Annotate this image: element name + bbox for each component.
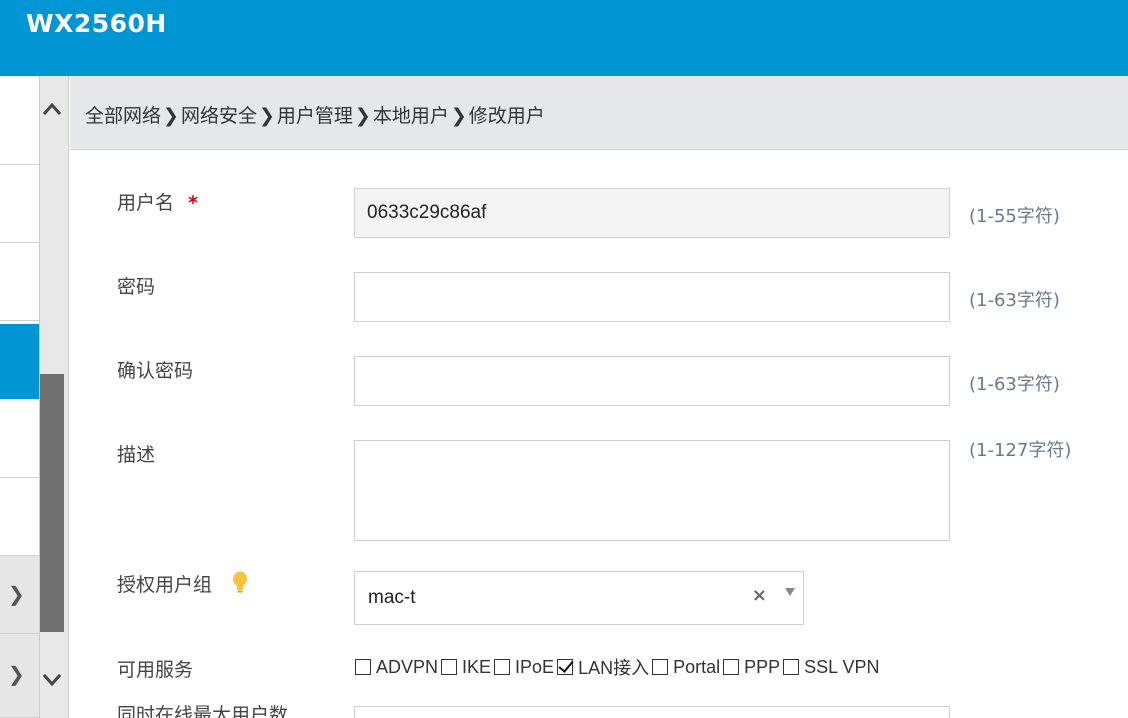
sidebar: ❯ ❯ [0, 76, 40, 718]
chevron-up-icon[interactable] [40, 98, 64, 122]
breadcrumb-item[interactable]: 网络安全 [181, 105, 257, 127]
services-checkbox-group: ADVPN IKE IPoE LAN接入 Portal PPP SSL VPN [355, 654, 883, 680]
services-label: 可用服务 [117, 659, 194, 681]
sidebar-item[interactable] [0, 478, 39, 556]
description-hint: (1-127字符) [969, 440, 1072, 461]
service-label: Portal [673, 656, 721, 677]
username-label-text: 用户名 [117, 192, 175, 214]
checkbox[interactable] [723, 659, 740, 675]
confirm-password-field[interactable] [354, 356, 950, 406]
sidebar-item[interactable] [0, 399, 39, 478]
max-online-users-field[interactable] [354, 706, 950, 718]
service-checkbox-item[interactable]: ADVPN [355, 657, 438, 678]
confirm-password-label: 确认密码 [117, 360, 194, 382]
caret-down-icon[interactable] [785, 588, 795, 596]
description-label: 描述 [117, 444, 156, 466]
sidebar-item[interactable] [0, 76, 39, 165]
required-mark: * [188, 192, 198, 214]
service-label: PPP [744, 656, 781, 677]
username-hint: (1-55字符) [969, 206, 1060, 227]
service-label: SSL VPN [804, 656, 880, 677]
sidebar-expand-item[interactable]: ❯ [0, 556, 39, 634]
password-hint: (1-63字符) [969, 290, 1060, 311]
service-checkbox-item[interactable]: Portal [652, 657, 720, 678]
clear-icon[interactable]: × [752, 585, 767, 606]
checkbox[interactable] [441, 659, 458, 675]
checkbox[interactable] [355, 659, 371, 675]
breadcrumb-trail: 全部网络 ❯ 网络安全 ❯ 用户管理 ❯ 本地用户 ❯ 修改用户 [85, 101, 545, 128]
sidebar-expand-item[interactable]: ❯ [0, 634, 39, 718]
sidebar-item[interactable] [0, 165, 39, 243]
edit-user-form: 用户名 * 0633c29c86af (1-55字符) 密码 (1-63字符) 确… [70, 150, 1128, 718]
confirm-password-hint: (1-63字符) [969, 374, 1060, 395]
checkbox[interactable] [783, 659, 800, 675]
sidebar-item[interactable] [0, 243, 39, 321]
breadcrumb-separator-icon: ❯ [450, 105, 467, 127]
checkbox[interactable] [652, 659, 669, 675]
scrollbar-thumb[interactable] [40, 374, 64, 632]
breadcrumb-item[interactable]: 本地用户 [373, 105, 449, 127]
max-online-users-label: 同时在线最大用户数 [117, 704, 289, 718]
breadcrumb-current: 修改用户 [468, 105, 545, 127]
service-label: IKE [462, 656, 492, 677]
auth-group-label: 授权用户组 [117, 574, 213, 596]
password-field[interactable] [354, 272, 950, 322]
lightbulb-icon[interactable] [232, 571, 248, 595]
breadcrumb-separator-icon: ❯ [354, 105, 371, 127]
breadcrumb-separator-icon: ❯ [163, 105, 179, 127]
service-checkbox-item[interactable]: IKE [441, 657, 491, 678]
sidebar-item-active[interactable] [0, 324, 39, 399]
description-textarea[interactable] [354, 440, 950, 541]
checkbox[interactable] [494, 659, 511, 675]
service-label: IPoE [515, 656, 555, 677]
app-title: WX2560H [26, 9, 167, 38]
breadcrumb-separator-icon: ❯ [258, 105, 275, 127]
password-label: 密码 [117, 276, 156, 298]
service-checkbox-item[interactable]: IPoE [494, 657, 554, 678]
service-checkbox-item[interactable]: LAN接入 [557, 654, 649, 680]
chevron-right-icon: ❯ [8, 582, 25, 606]
breadcrumb-item[interactable]: 用户管理 [277, 105, 353, 127]
breadcrumb-item[interactable]: 全部网络 [85, 105, 161, 127]
service-label: LAN接入 [578, 658, 650, 678]
username-field[interactable]: 0633c29c86af [354, 188, 950, 238]
username-label: 用户名 * [117, 188, 198, 215]
auth-group-select[interactable]: mac-t × [354, 571, 804, 625]
auth-group-value: mac-t [368, 587, 416, 608]
service-checkbox-item[interactable]: PPP [723, 657, 780, 678]
service-label: ADVPN [376, 656, 439, 677]
breadcrumb: 全部网络 ❯ 网络安全 ❯ 用户管理 ❯ 本地用户 ❯ 修改用户 [70, 76, 1128, 150]
service-checkbox-item[interactable]: SSL VPN [783, 656, 880, 678]
chevron-right-icon: ❯ [8, 662, 25, 686]
checkbox-checked[interactable] [557, 659, 574, 675]
top-bar: WX2560H [0, 0, 1128, 76]
chevron-down-icon[interactable] [40, 668, 64, 692]
